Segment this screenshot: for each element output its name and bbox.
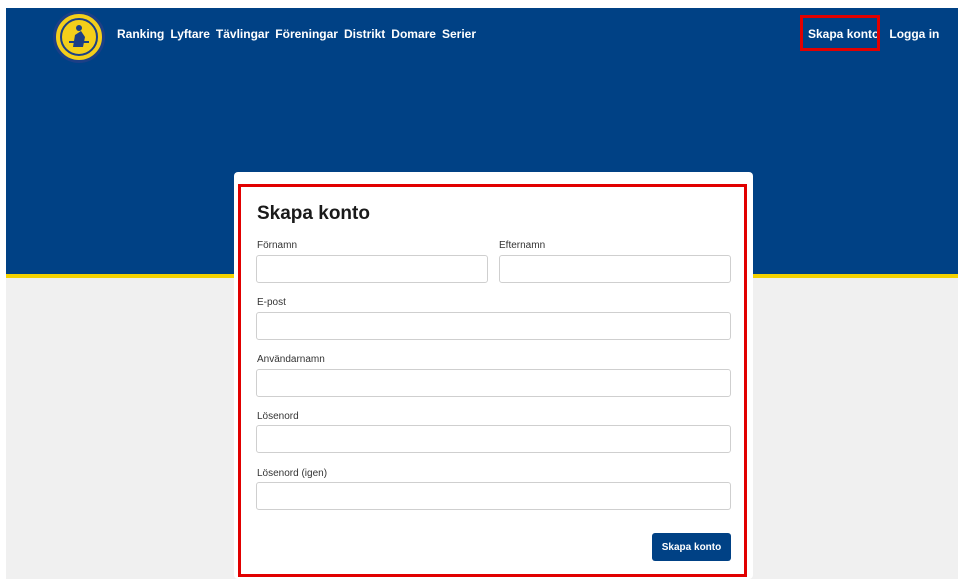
last-name-input[interactable] — [499, 255, 731, 283]
nav-item-serier[interactable]: Serier — [442, 27, 476, 41]
username-input[interactable] — [256, 369, 731, 397]
nav-item-domare[interactable]: Domare — [391, 27, 436, 41]
email-label: E-post — [257, 297, 286, 308]
password-label: Lösenord — [257, 411, 299, 422]
last-name-label: Efternamn — [499, 240, 546, 251]
login-link[interactable]: Logga in — [889, 27, 939, 41]
federation-logo-icon[interactable] — [53, 11, 105, 63]
logo-emblem — [60, 18, 98, 56]
nav-item-lyftare[interactable]: Lyftare — [170, 27, 210, 41]
nav-item-distrikt[interactable]: Distrikt — [344, 27, 385, 41]
first-name-input[interactable] — [256, 255, 488, 283]
create-account-link[interactable]: Skapa konto — [808, 27, 879, 41]
password-again-input[interactable] — [256, 482, 731, 510]
first-name-label: Förnamn — [257, 240, 298, 251]
account-nav: Skapa konto Logga in — [808, 27, 939, 41]
nav-item-foreningar[interactable]: Föreningar — [275, 27, 338, 41]
main-nav: Ranking Lyftare Tävlingar Föreningar Dis… — [117, 27, 476, 41]
nav-item-tavlingar[interactable]: Tävlingar — [216, 27, 269, 41]
form-title: Skapa konto — [257, 203, 370, 224]
username-label: Användarnamn — [257, 354, 325, 365]
page: Ranking Lyftare Tävlingar Föreningar Dis… — [0, 0, 958, 579]
password-again-label: Lösenord (igen) — [257, 468, 328, 479]
password-input[interactable] — [256, 425, 731, 453]
top-strip — [0, 0, 958, 8]
email-input[interactable] — [256, 312, 731, 340]
create-account-button[interactable]: Skapa konto — [652, 533, 731, 561]
nav-item-ranking[interactable]: Ranking — [117, 27, 164, 41]
